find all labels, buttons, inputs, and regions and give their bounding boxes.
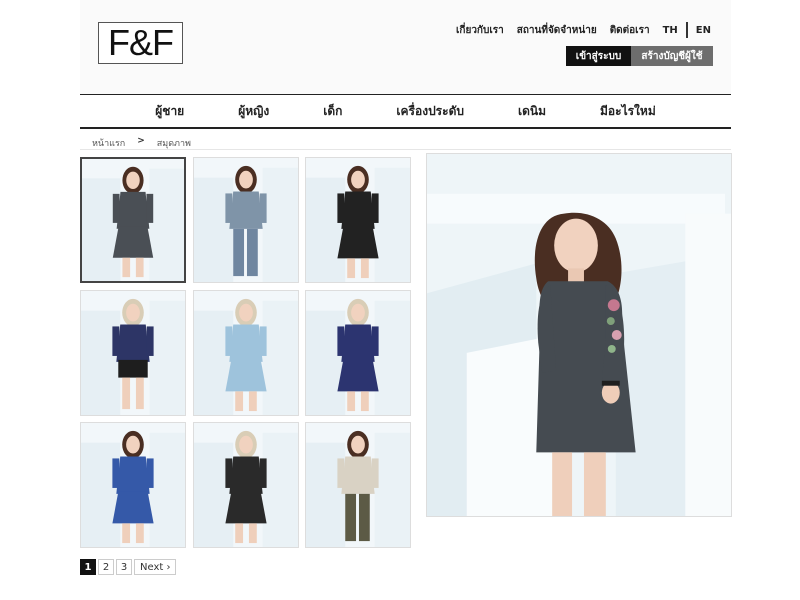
breadcrumb-divider	[80, 149, 731, 150]
page-2-button[interactable]: 2	[98, 559, 114, 575]
thumbnail-blue-floral-dress[interactable]	[80, 422, 186, 548]
login-button[interactable]: เข้าสู่ระบบ	[566, 46, 631, 66]
auth-buttons: เข้าสู่ระบบ สร้างบัญชีผู้ใช้	[566, 46, 713, 66]
nav-item-women[interactable]: ผู้หญิง	[238, 102, 269, 121]
thumbnail-grey-embroidered-dress[interactable]	[80, 157, 186, 283]
lang-th[interactable]: TH	[663, 25, 678, 36]
page-3-button[interactable]: 3	[116, 559, 132, 575]
main-image	[426, 153, 732, 517]
main-model-image	[427, 154, 731, 516]
model-image	[194, 291, 298, 415]
model-image	[194, 158, 298, 282]
thumbnail-floral-top-olive-pants[interactable]	[305, 422, 411, 548]
breadcrumb-separator: >	[137, 136, 145, 146]
nav-item-men[interactable]: ผู้ชาย	[155, 102, 184, 121]
register-button[interactable]: สร้างบัญชีผู้ใช้	[631, 46, 713, 66]
model-image	[81, 423, 185, 547]
brand-logo[interactable]: F&F	[98, 22, 183, 64]
nav-item-denim[interactable]: เดนิม	[518, 102, 546, 121]
breadcrumb-home[interactable]: หน้าแรก	[92, 136, 125, 150]
next-page-button[interactable]: Next ›	[134, 559, 177, 575]
lang-divider	[685, 22, 688, 38]
thumbnail-black-dress[interactable]	[193, 422, 299, 548]
thumbnail-light-blue-dress[interactable]	[193, 290, 299, 416]
pagination: 1 2 3 Next ›	[80, 559, 178, 575]
thumbnail-navy-top-black-shorts[interactable]	[80, 290, 186, 416]
model-image	[306, 291, 410, 415]
nav-item-kids[interactable]: เด็ก	[323, 102, 342, 121]
model-image	[81, 291, 185, 415]
model-image	[306, 158, 410, 282]
model-image	[306, 423, 410, 547]
nav-item-whats-new[interactable]: มีอะไรใหม่	[600, 102, 656, 121]
page-1-button[interactable]: 1	[80, 559, 96, 575]
top-links: เกี่ยวกับเรา สถานที่จัดจำหน่าย ติดต่อเรา…	[443, 22, 711, 38]
thumbnail-denim-top-jeans[interactable]	[193, 157, 299, 283]
lang-en[interactable]: EN	[696, 25, 711, 36]
link-about[interactable]: เกี่ยวกับเรา	[456, 23, 504, 38]
nav-item-accessories[interactable]: เครื่องประดับ	[396, 102, 464, 121]
main-nav: ผู้ชาย ผู้หญิง เด็ก เครื่องประดับ เดนิม …	[80, 94, 731, 129]
site-header: F&F เกี่ยวกับเรา สถานที่จัดจำหน่าย ติดต่…	[80, 0, 731, 94]
link-stores[interactable]: สถานที่จัดจำหน่าย	[517, 23, 597, 38]
thumbnail-black-floral-dress[interactable]	[305, 157, 411, 283]
model-image	[194, 423, 298, 547]
breadcrumb-current: สมุดภาพ	[156, 139, 191, 149]
thumbnail-navy-floral-dress[interactable]	[305, 290, 411, 416]
page: F&F เกี่ยวกับเรา สถานที่จัดจำหน่าย ติดต่…	[80, 0, 732, 600]
link-contact[interactable]: ติดต่อเรา	[610, 23, 650, 38]
model-image	[82, 159, 184, 281]
breadcrumb: หน้าแรก > สมุดภาพ	[92, 136, 191, 150]
